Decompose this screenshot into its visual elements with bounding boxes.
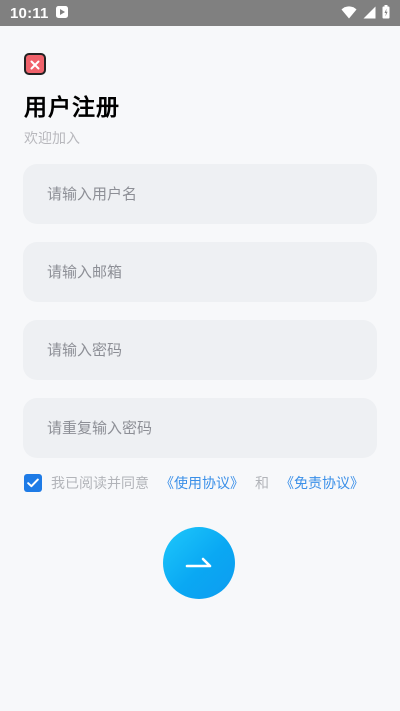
password-input[interactable] xyxy=(45,340,355,360)
status-time: 10:11 xyxy=(10,4,49,22)
battery-icon xyxy=(382,4,390,23)
terms-of-use-link[interactable]: 《使用协议》 xyxy=(160,473,244,493)
page-subtitle: 欢迎加入 xyxy=(24,131,80,147)
agreement-row: 我已阅读并同意 《使用协议》 和 《免责协议》 xyxy=(24,472,364,494)
disclaimer-link[interactable]: 《免责协议》 xyxy=(280,473,364,493)
confirm-password-input[interactable] xyxy=(45,418,355,438)
signal-icon xyxy=(363,4,376,23)
check-icon xyxy=(27,478,39,488)
arrow-right-icon xyxy=(184,554,214,573)
status-bar-right xyxy=(341,4,390,23)
agreement-conjunction: 和 xyxy=(255,476,269,492)
password-field[interactable] xyxy=(23,320,377,380)
username-field[interactable] xyxy=(23,164,377,224)
agreement-text: 我已阅读并同意 xyxy=(51,476,149,492)
register-submit-button[interactable] xyxy=(163,527,235,599)
agreement-checkbox[interactable] xyxy=(24,474,42,492)
status-bar-left: 10:11 xyxy=(10,4,69,23)
play-store-icon xyxy=(55,4,69,23)
email-input[interactable] xyxy=(45,262,355,282)
username-input[interactable] xyxy=(45,184,355,204)
status-bar: 10:11 xyxy=(0,0,400,26)
close-icon xyxy=(30,55,40,74)
page-title: 用户注册 xyxy=(24,95,120,121)
email-field[interactable] xyxy=(23,242,377,302)
wifi-icon xyxy=(341,4,357,23)
close-button[interactable] xyxy=(24,53,46,75)
confirm-password-field[interactable] xyxy=(23,398,377,458)
